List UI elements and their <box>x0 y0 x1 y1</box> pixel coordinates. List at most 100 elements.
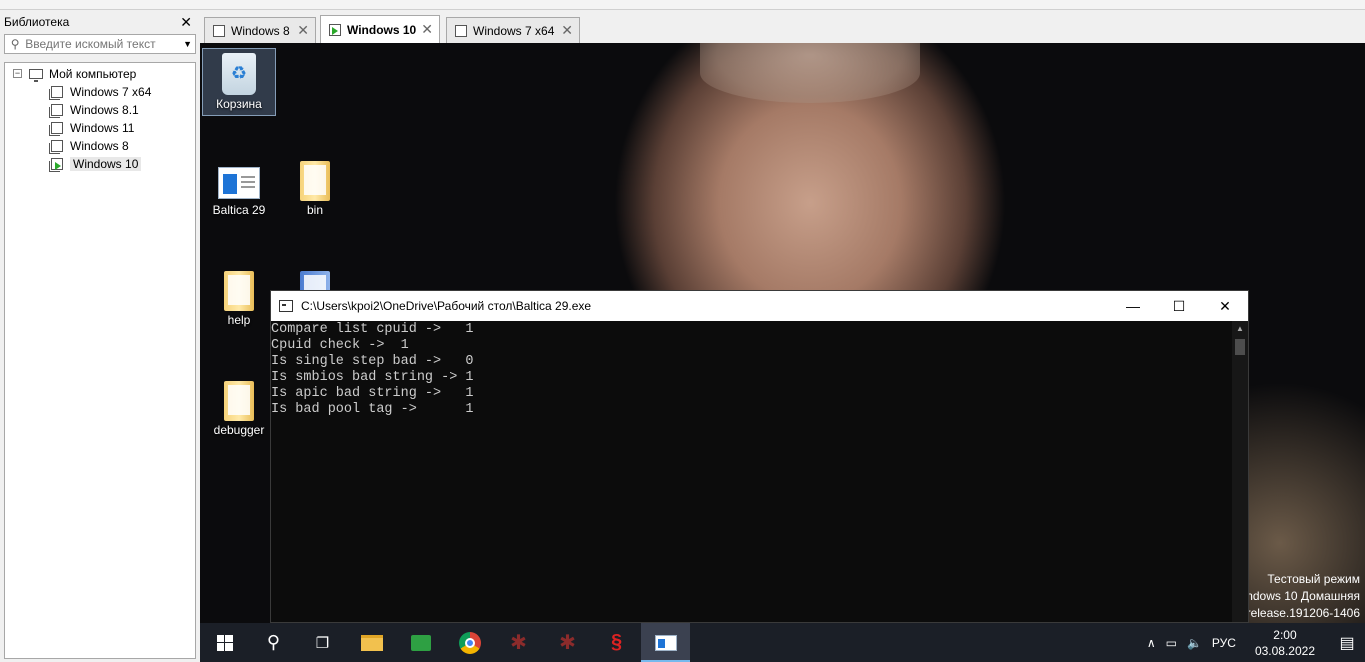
console-scrollbar[interactable]: ▲ <box>1232 321 1248 622</box>
console-title-bar[interactable]: C:\Users\kpoi2\OneDrive\Рабочий стол\Bal… <box>271 291 1248 321</box>
windows-logo-icon <box>216 634 233 651</box>
chevron-down-icon[interactable]: ▼ <box>180 39 195 49</box>
green-app-icon <box>410 634 431 651</box>
tab-close-button[interactable]: ✕ <box>297 22 309 39</box>
taskbar-app-green[interactable] <box>396 623 445 662</box>
clock-date: 03.08.2022 <box>1254 643 1315 658</box>
desktop-icon-label: Baltica 29 <box>212 203 266 217</box>
desktop-icon-recycle-bin[interactable]: Корзина <box>202 48 276 116</box>
tree-collapse-toggle[interactable]: − <box>13 69 22 78</box>
chrome-icon <box>458 631 481 654</box>
taskbar-app-debugger-1[interactable]: ✱ <box>494 623 543 662</box>
tree-item-label: Windows 8 <box>70 139 129 153</box>
library-title: Библиотека <box>4 15 70 29</box>
search-button[interactable]: ⚲ <box>249 623 298 662</box>
taskbar-app-chrome[interactable] <box>445 623 494 662</box>
vm-running-icon <box>49 158 63 172</box>
taskbar-app-debugger-2[interactable]: ✱ <box>543 623 592 662</box>
watermark-line: ndows 10 Домашняя <box>1246 589 1360 603</box>
start-button[interactable] <box>200 623 249 662</box>
tab-close-button[interactable]: ✕ <box>421 21 433 38</box>
tree-item-vm[interactable]: Windows 8.1 <box>49 101 139 119</box>
tree-item-vm[interactable]: Windows 7 x64 <box>49 83 152 101</box>
computer-icon <box>29 69 43 82</box>
taskbar: ⚲ ❐ ✱ ✱ § ∧ ▭ 🔈 РУС 2:00 03.08.2022 ▤ <box>200 623 1365 662</box>
tree-item-my-computer[interactable]: Мой компьютер <box>29 65 136 83</box>
scrollbar-thumb[interactable] <box>1235 339 1245 355</box>
folder-icon <box>224 381 254 421</box>
notification-center-icon[interactable]: ▤ <box>1329 633 1365 653</box>
console-window[interactable]: C:\Users\kpoi2\OneDrive\Рабочий стол\Bal… <box>270 290 1249 623</box>
watermark-line: h_release.191206-1406 <box>1233 606 1360 620</box>
search-icon: ⚲ <box>266 632 281 652</box>
close-button[interactable]: ✕ <box>1202 291 1248 321</box>
tab-windows-7-x64[interactable]: Windows 7 x64 ✕ <box>446 17 580 43</box>
search-icon: ⚲ <box>10 37 20 51</box>
watermark-line: Тестовый режим <box>1267 572 1360 586</box>
recycle-bin-icon <box>222 53 256 95</box>
minimize-button[interactable]: — <box>1110 291 1156 321</box>
clock[interactable]: 2:00 03.08.2022 <box>1241 627 1329 659</box>
tree-item-vm[interactable]: Windows 8 <box>49 137 129 155</box>
vm-icon <box>49 104 63 118</box>
vm-icon <box>49 86 63 100</box>
tab-label: Windows 7 x64 <box>473 23 555 38</box>
input-language[interactable]: РУС <box>1207 636 1241 650</box>
task-view-button[interactable]: ❐ <box>298 623 347 662</box>
library-search[interactable]: ⚲ ▼ <box>4 34 196 54</box>
console-title: C:\Users\kpoi2\OneDrive\Рабочий стол\Bal… <box>301 299 592 313</box>
console-icon <box>279 300 293 312</box>
desktop-icon-label: bin <box>306 203 323 217</box>
console-output[interactable]: Compare list cpuid -> 1 Cpuid check -> 1I… <box>271 321 1233 622</box>
desktop-icon-debugger[interactable]: debugger <box>202 377 276 437</box>
tree-item-vm-selected[interactable]: Windows 10 <box>49 155 142 173</box>
file-explorer-icon <box>360 634 383 651</box>
desktop-icon-label: debugger <box>213 423 265 437</box>
desktop-icon-help[interactable]: help <box>202 267 276 327</box>
clock-time: 2:00 <box>1273 627 1297 642</box>
top-toolbar-strip <box>0 0 1365 10</box>
taskbar-app-console[interactable] <box>641 623 690 662</box>
library-header: Библиотека ✕ <box>0 12 198 32</box>
console-app-icon <box>654 634 677 651</box>
show-hidden-icons-chevron-icon[interactable]: ∧ <box>1142 636 1161 650</box>
console-line: Is bad pool tag -> 1 <box>271 402 474 417</box>
tab-label: Windows 8 <box>231 23 290 38</box>
console-line: Is single step bad -> 0 <box>271 354 474 369</box>
vm-icon <box>49 140 63 154</box>
library-panel: Библиотека ✕ ⚲ ▼ − Мой компьютер Windows… <box>0 10 200 662</box>
scroll-up-icon[interactable]: ▲ <box>1232 321 1248 337</box>
network-icon[interactable]: ▭ <box>1161 636 1182 650</box>
tab-label: Windows 10 <box>347 22 417 37</box>
desktop-icon-label: help <box>227 313 251 327</box>
vm-running-icon <box>329 23 341 36</box>
vm-icon <box>49 122 63 136</box>
bug-icon: ✱ <box>510 632 527 654</box>
tree-item-vm[interactable]: Windows 11 <box>49 119 134 137</box>
desktop-icon-baltica[interactable]: Baltica 29 <box>202 157 276 217</box>
console-line: Is apic bad string -> 1 <box>271 386 474 401</box>
app-icon <box>218 167 260 199</box>
folder-icon <box>300 161 330 201</box>
tree-item-label: Windows 8.1 <box>70 103 139 117</box>
tab-windows-10[interactable]: Windows 10 ✕ <box>320 15 440 43</box>
maximize-button[interactable]: ☐ <box>1156 291 1202 321</box>
tree-item-label: Windows 7 x64 <box>70 85 152 99</box>
console-line: Compare list cpuid -> 1 <box>271 322 474 337</box>
library-close-button[interactable]: ✕ <box>180 14 192 31</box>
tree-item-label: Мой компьютер <box>49 67 137 81</box>
tab-windows-8[interactable]: Windows 8 ✕ <box>204 17 316 43</box>
tab-close-button[interactable]: ✕ <box>561 22 573 39</box>
taskbar-app-red[interactable]: § <box>592 623 641 662</box>
volume-icon[interactable]: 🔈 <box>1182 636 1207 650</box>
desktop-icon-bin[interactable]: bin <box>278 157 352 217</box>
console-line: Cpuid check -> 1 <box>271 338 409 353</box>
wallpaper-detail <box>700 43 920 103</box>
bug-icon: ✱ <box>559 632 576 654</box>
taskbar-app-explorer[interactable] <box>347 623 396 662</box>
library-search-input[interactable] <box>25 37 181 51</box>
tree-item-label: Windows 10 <box>70 157 142 171</box>
system-tray: ∧ ▭ 🔈 РУС 2:00 03.08.2022 ▤ <box>1142 623 1365 662</box>
vm-tab-bar: Windows 8 ✕ Windows 10 ✕ Windows 7 x64 ✕ <box>200 10 1365 43</box>
vm-icon <box>455 24 467 37</box>
